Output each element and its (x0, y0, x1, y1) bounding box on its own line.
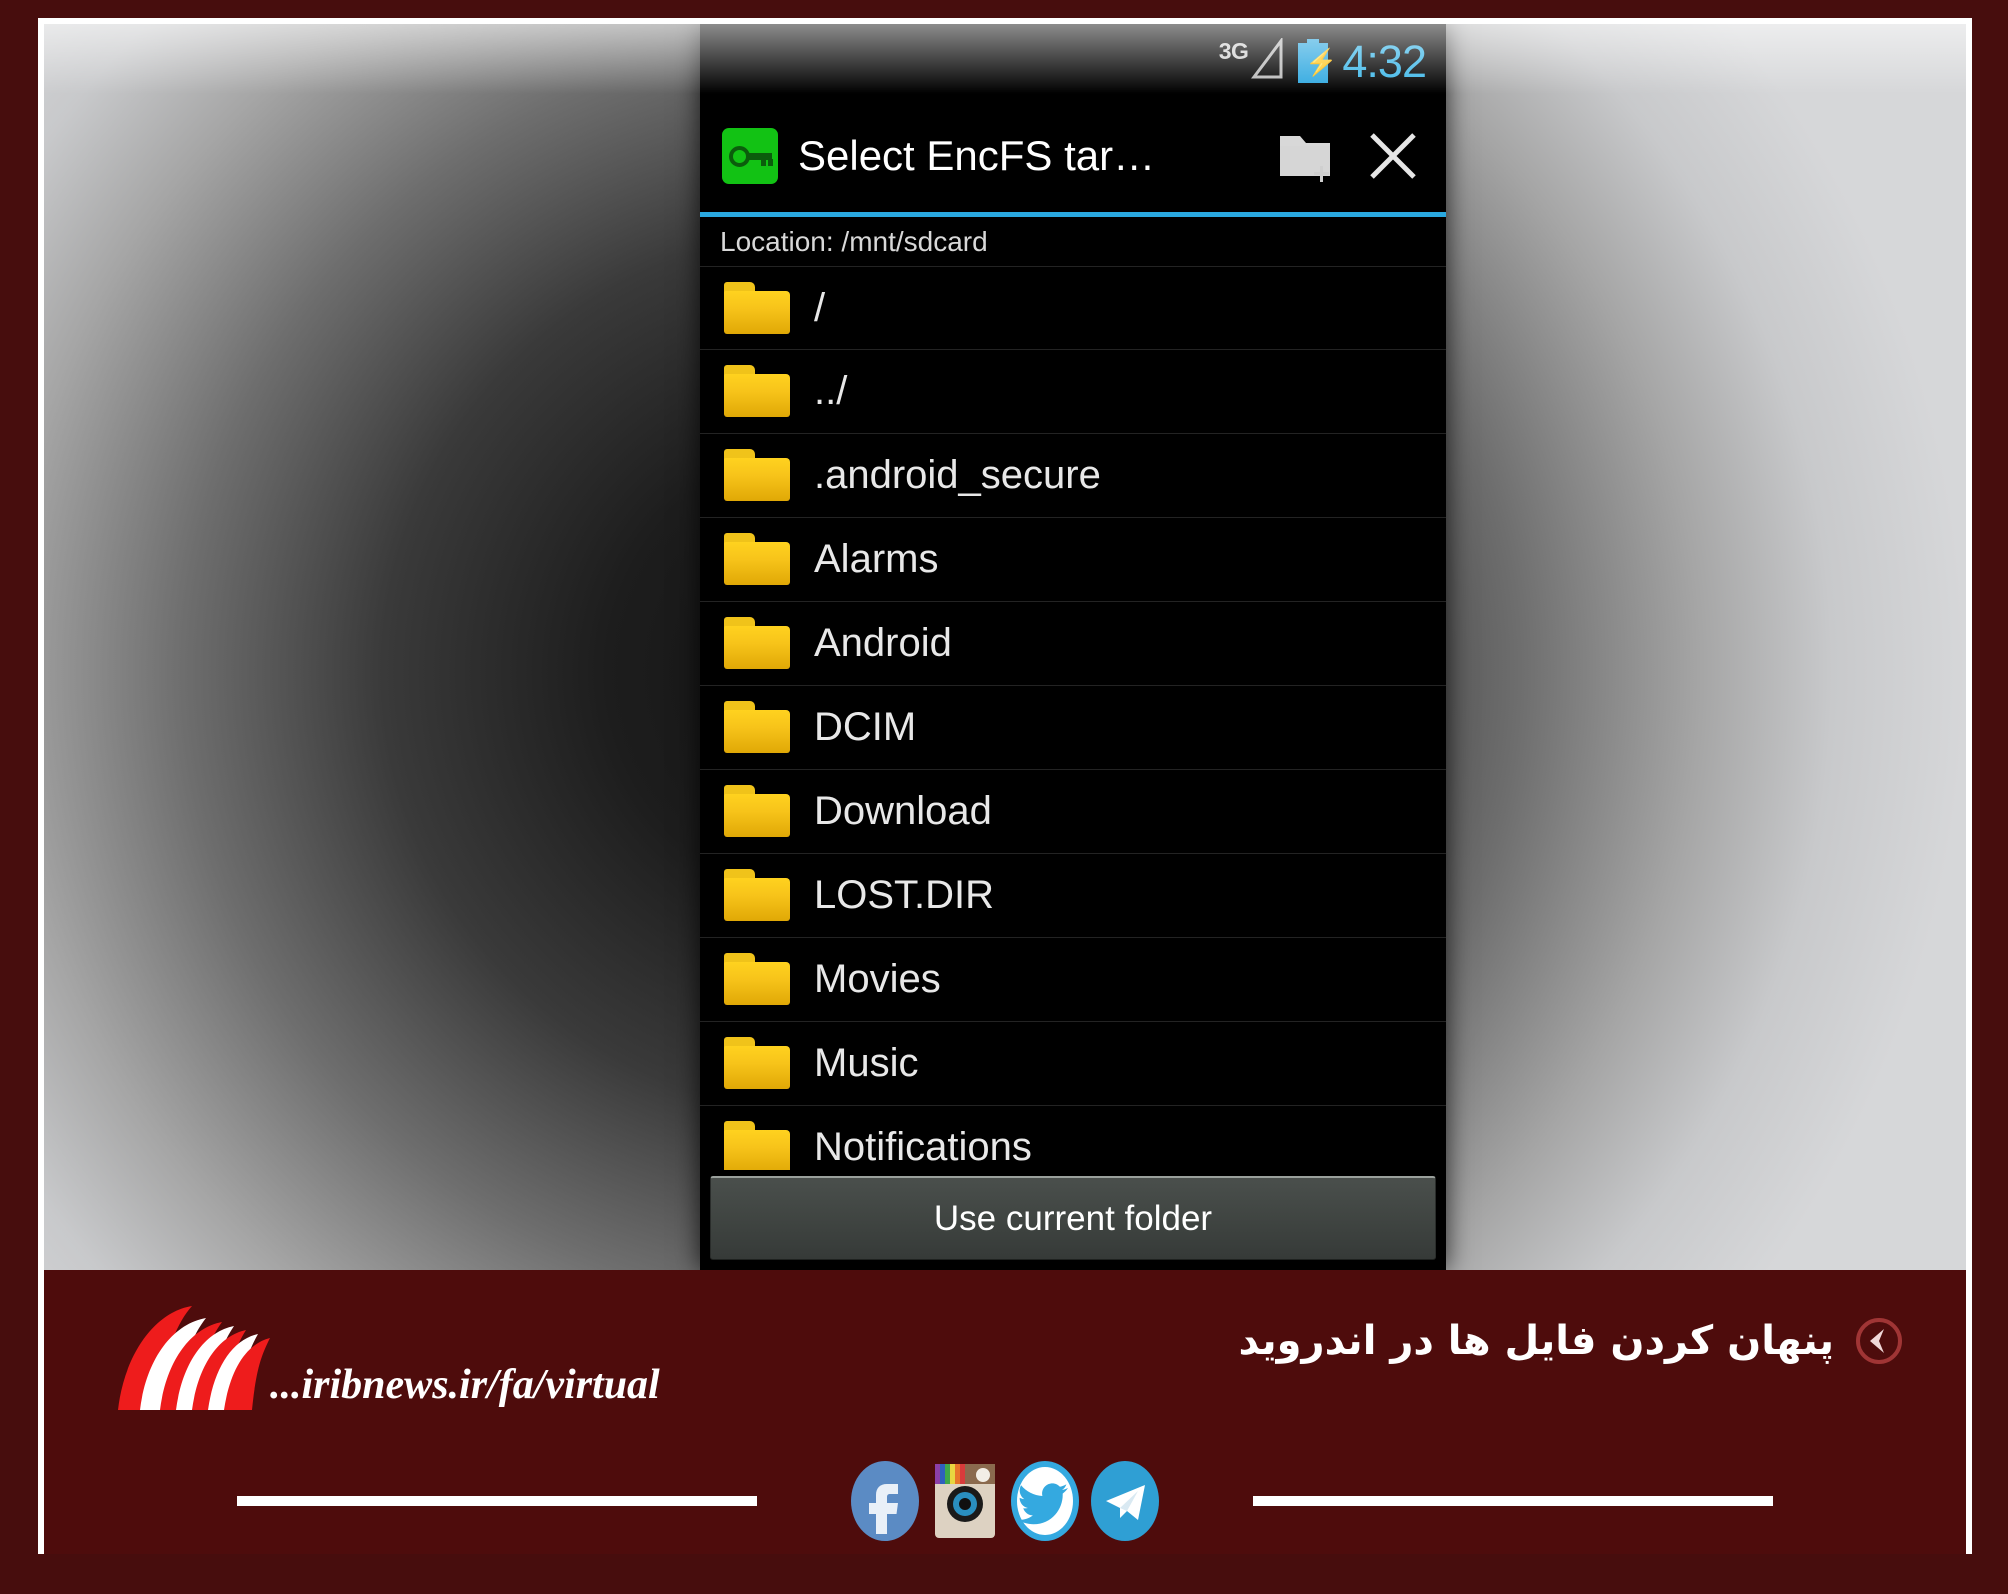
folder-icon (724, 449, 790, 502)
list-item-label: Alarms (814, 537, 939, 582)
folder-icon (724, 953, 790, 1006)
folder-icon (724, 785, 790, 838)
close-icon[interactable] (1350, 113, 1436, 199)
list-item-label: Movies (814, 957, 941, 1002)
list-item-label: .android_secure (814, 453, 1101, 498)
instagram-icon[interactable] (927, 1458, 1003, 1544)
list-item[interactable]: DCIM (700, 686, 1446, 770)
facebook-icon[interactable] (847, 1458, 923, 1544)
headline-group: پنهان کردن فایل ها در اندروید (1239, 1316, 1904, 1366)
list-item[interactable]: .android_secure (700, 434, 1446, 518)
list-item[interactable]: Alarms (700, 518, 1446, 602)
folder-icon (724, 617, 790, 670)
list-item[interactable]: Download (700, 770, 1446, 854)
list-item-label: Notifications (814, 1125, 1032, 1170)
divider-left (237, 1496, 757, 1506)
brand-cluster[interactable]: ...iribnews.ir/fa/virtual (106, 1288, 866, 1418)
page-title: Select EncFS tar… (798, 135, 1156, 177)
list-item[interactable]: / (700, 265, 1446, 350)
location-path: Location: /mnt/sdcard (700, 217, 1446, 266)
list-item-label: Download (814, 789, 992, 834)
use-current-folder-button[interactable]: Use current folder (710, 1176, 1436, 1260)
list-item[interactable]: Android (700, 602, 1446, 686)
site-banner: ...iribnews.ir/fa/virtual پنهان کردن فای… (44, 1270, 1966, 1554)
folder-icon (724, 533, 790, 586)
battery-charging-icon: ⚡ (1298, 39, 1338, 83)
list-item-label: LOST.DIR (814, 873, 995, 918)
list-item-label: Music (814, 1041, 919, 1086)
list-item-label: / (814, 285, 826, 330)
signal-strength-icon (1250, 38, 1284, 80)
list-item[interactable]: Movies (700, 938, 1446, 1022)
list-item-label: Android (814, 621, 952, 666)
folder-icon (724, 701, 790, 754)
status-clock: 4:32 (1342, 35, 1427, 87)
social-strip (44, 1448, 1966, 1554)
site-url-label[interactable]: ...iribnews.ir/fa/virtual (270, 1364, 660, 1406)
folder-icon (724, 281, 790, 334)
status-bar: 3G ⚡ 4:32 (700, 24, 1446, 100)
folder-icon (724, 365, 790, 418)
list-item[interactable]: ../ (700, 350, 1446, 434)
folder-icon (724, 1037, 790, 1090)
back-chevron-icon[interactable] (1854, 1316, 1904, 1366)
action-bar: Select EncFS tar… (700, 100, 1446, 212)
divider-right (1253, 1496, 1773, 1506)
page-root: 3G ⚡ 4:32 (0, 0, 2008, 1594)
list-item[interactable]: LOST.DIR (700, 854, 1446, 938)
social-icon-group[interactable] (847, 1458, 1163, 1544)
irib-logo (106, 1298, 276, 1418)
android-screen: 3G ⚡ 4:32 (700, 24, 1446, 1270)
new-folder-icon[interactable] (1264, 113, 1350, 199)
file-list[interactable]: / ../ .android_secure Alarms Android DCI… (700, 265, 1446, 1170)
twitter-icon[interactable] (1007, 1458, 1083, 1544)
signal-indicator: 3G (1219, 38, 1285, 84)
folder-icon (724, 1121, 790, 1170)
telegram-icon[interactable] (1087, 1458, 1163, 1544)
list-item-label: ../ (814, 369, 848, 414)
list-item[interactable]: Notifications (700, 1106, 1446, 1170)
list-item-label: DCIM (814, 705, 917, 750)
folder-icon (724, 869, 790, 922)
footer-actions: Use current folder (700, 1170, 1446, 1270)
network-type-label: 3G (1218, 38, 1249, 64)
list-item[interactable]: Music (700, 1022, 1446, 1106)
key-icon (722, 128, 778, 184)
headline-label: پنهان کردن فایل ها در اندروید (1238, 1318, 1834, 1364)
screenshot-stage: 3G ⚡ 4:32 (44, 24, 1966, 1270)
